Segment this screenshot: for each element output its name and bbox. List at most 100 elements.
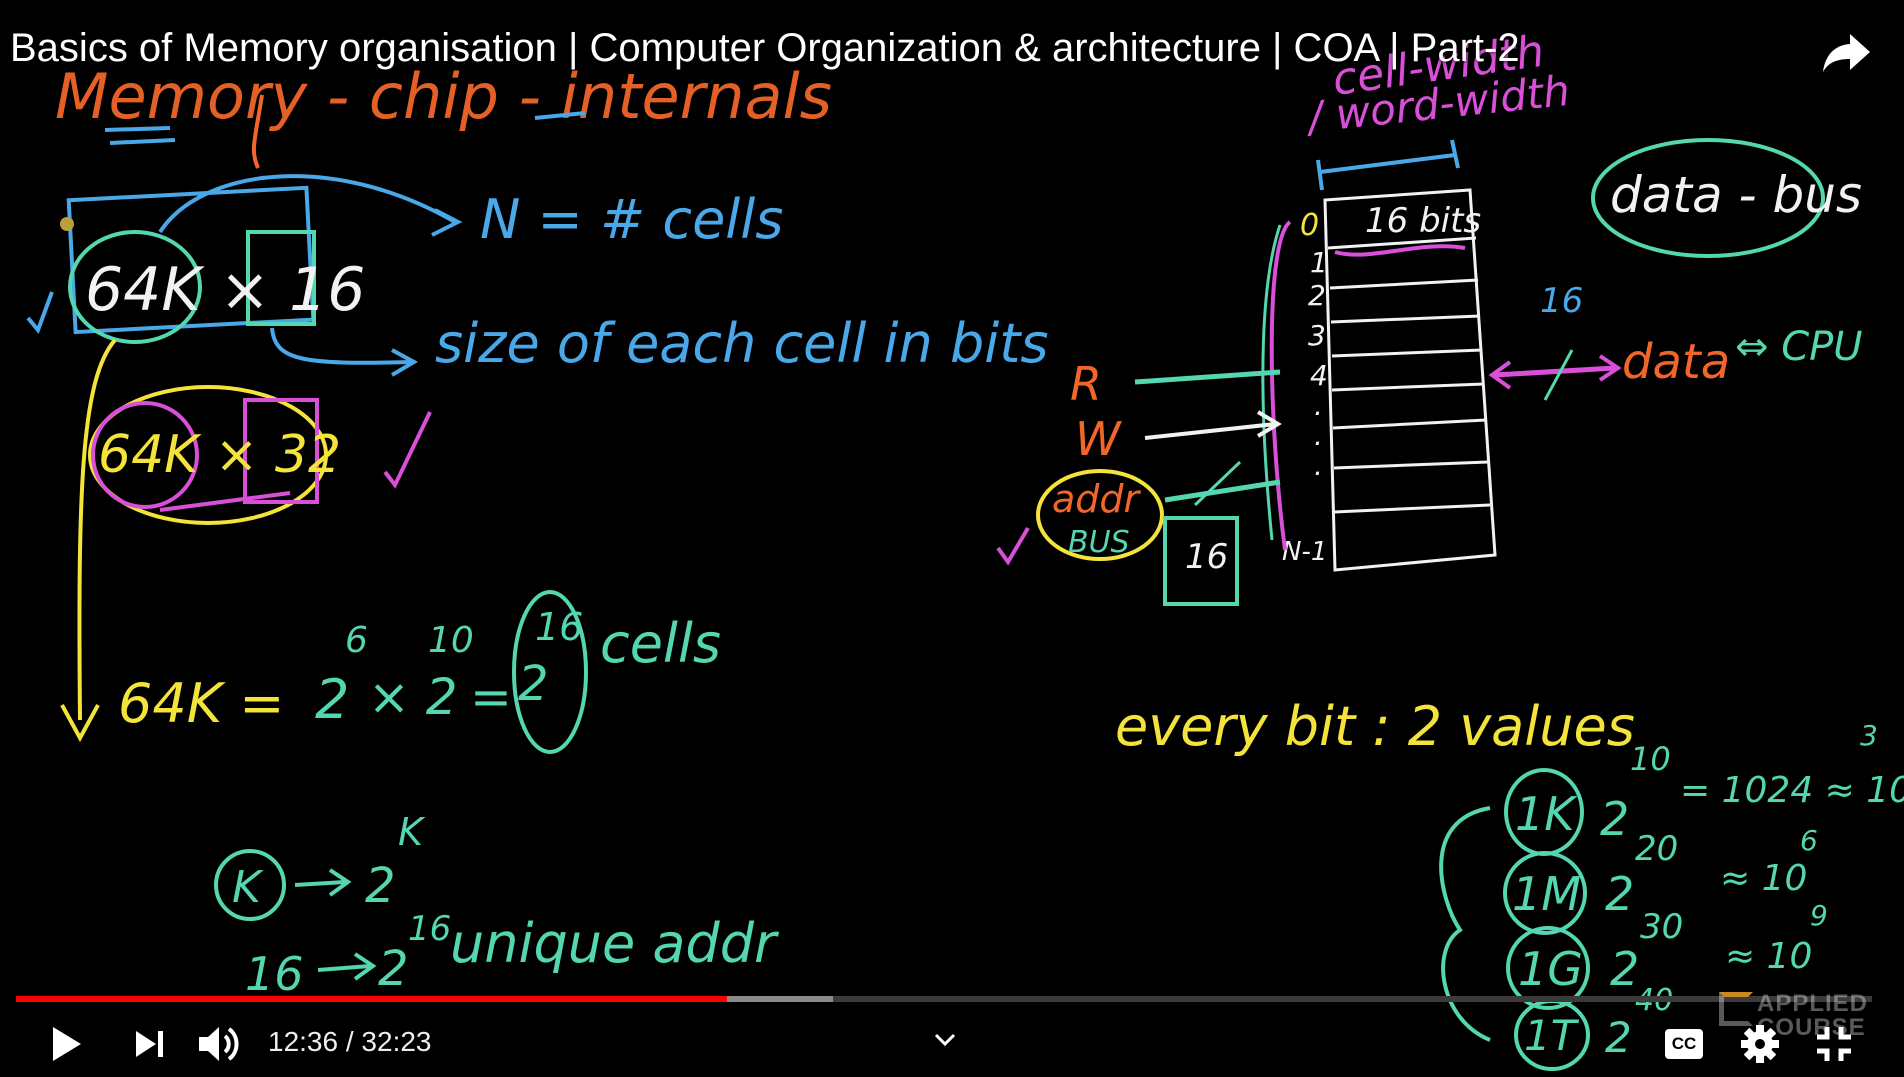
every-bit-label: every bit : 2 values bbox=[1115, 695, 1635, 758]
equation-c: 2 bbox=[518, 656, 549, 712]
equation-b: × 2 bbox=[368, 668, 458, 726]
check-mark bbox=[26, 291, 54, 334]
captions-button[interactable]: CC bbox=[1660, 1024, 1708, 1064]
n-cells-label: N = # cells bbox=[480, 188, 783, 251]
equation-lhs: 64K = bbox=[118, 672, 285, 735]
time-separator: / bbox=[338, 1026, 362, 1057]
svg-text:10: 10 bbox=[1630, 740, 1671, 778]
w-arrow bbox=[1144, 422, 1276, 440]
share-icon bbox=[1823, 34, 1870, 72]
unique-result: 2 bbox=[378, 941, 409, 997]
cpu-label: ⇔ CPU bbox=[1735, 324, 1863, 370]
equation-b-exp: 10 bbox=[428, 620, 474, 661]
svg-text:2: 2 bbox=[1605, 867, 1634, 921]
equation-cells: cells bbox=[600, 612, 721, 675]
whiteboard-canvas: Memory - chip - internals 64K × 16 N = #… bbox=[26, 26, 1904, 1071]
equation-a-exp: 6 bbox=[345, 620, 368, 661]
video-title: Basics of Memory organisation | Computer… bbox=[10, 26, 1520, 70]
svg-text:20: 20 bbox=[1635, 829, 1678, 869]
svg-text:4: 4 bbox=[1310, 359, 1328, 392]
chip-spec: 64K × 16 bbox=[85, 255, 365, 325]
addr-width: 16 bbox=[1185, 537, 1228, 577]
data-bus-label: data - bus bbox=[1610, 166, 1862, 224]
svg-text:0: 0 bbox=[1300, 208, 1319, 243]
svg-text:6: 6 bbox=[1800, 824, 1818, 857]
r-arrow bbox=[1134, 369, 1281, 385]
w-label: W bbox=[1075, 412, 1122, 466]
arrow-to-size bbox=[270, 327, 411, 365]
svg-text:1M: 1M bbox=[1512, 867, 1581, 921]
play-icon bbox=[53, 1027, 81, 1061]
k-label: K bbox=[232, 862, 264, 913]
svg-text:1: 1 bbox=[1310, 246, 1328, 279]
r-label: R bbox=[1070, 357, 1102, 411]
played-bar bbox=[16, 996, 727, 1002]
fullscreen-button[interactable] bbox=[1812, 1022, 1856, 1066]
play-button[interactable] bbox=[44, 1022, 88, 1066]
svg-text:1G: 1G bbox=[1518, 942, 1583, 996]
arrow-stroke bbox=[294, 880, 346, 887]
bus-label: BUS bbox=[1068, 525, 1130, 560]
svg-text:.: . bbox=[1314, 389, 1323, 422]
bus-slash bbox=[1543, 349, 1574, 401]
chapter-chevron[interactable] bbox=[930, 1028, 960, 1052]
units-brace bbox=[1439, 806, 1491, 1042]
share-button[interactable] bbox=[1820, 28, 1874, 76]
next-button[interactable] bbox=[130, 1024, 170, 1064]
svg-text:N-1: N-1 bbox=[1282, 537, 1327, 567]
check-mark bbox=[383, 411, 432, 489]
svg-text:2: 2 bbox=[1308, 279, 1326, 312]
svg-text:30: 30 bbox=[1640, 907, 1683, 947]
row-labels: 0 1 2 3 4 . . . N-1 bbox=[1282, 208, 1328, 567]
progress-bar[interactable] bbox=[16, 996, 1872, 1002]
memory-rows bbox=[1327, 236, 1491, 514]
addr-label: addr bbox=[1052, 477, 1142, 521]
svg-text:≈ 10: ≈ 10 bbox=[1720, 858, 1807, 899]
duration: 32:23 bbox=[361, 1026, 432, 1057]
k-exp: K bbox=[398, 810, 426, 854]
svg-text:2: 2 bbox=[1600, 792, 1629, 846]
volume-button[interactable] bbox=[196, 1022, 244, 1066]
svg-text:9: 9 bbox=[1810, 899, 1828, 932]
data-width: 16 bbox=[1540, 281, 1583, 321]
svg-text:.: . bbox=[1314, 419, 1323, 452]
watermark-line1: APPLIED bbox=[1756, 990, 1868, 1017]
cell-size-label: size of each cell in bits bbox=[435, 312, 1049, 375]
k-result: 2 bbox=[365, 858, 396, 914]
current-time: 12:36 bbox=[268, 1026, 339, 1057]
alt-chip-spec: 64K × 32 bbox=[98, 425, 341, 485]
svg-text:≈ 10: ≈ 10 bbox=[1725, 936, 1812, 977]
chevron-down-icon bbox=[934, 1033, 956, 1047]
cc-icon: CC bbox=[1665, 1029, 1703, 1059]
underline bbox=[109, 138, 176, 145]
underline bbox=[104, 126, 171, 132]
exit-fullscreen-icon bbox=[1817, 1027, 1851, 1061]
data-arrow bbox=[1494, 365, 1616, 378]
addr-arrow bbox=[1164, 479, 1281, 503]
settings-button[interactable] bbox=[1738, 1022, 1782, 1066]
bits-label: 16 bits bbox=[1365, 201, 1481, 241]
bus-slash bbox=[1193, 460, 1242, 507]
rows-brace bbox=[1269, 220, 1292, 551]
svg-text:1K: 1K bbox=[1515, 787, 1578, 841]
equation-a: 2 bbox=[315, 668, 349, 731]
gear-icon bbox=[1741, 1025, 1779, 1063]
unique-16: 16 bbox=[245, 947, 304, 1001]
next-icon bbox=[136, 1031, 163, 1057]
width-tick bbox=[1316, 159, 1324, 191]
svg-text:1T: 1T bbox=[1524, 1011, 1580, 1060]
svg-text:3: 3 bbox=[1860, 719, 1878, 752]
equation-eq: = bbox=[470, 668, 512, 726]
svg-text:= 1024 ≈ 10: = 1024 ≈ 10 bbox=[1680, 770, 1904, 811]
svg-text:2: 2 bbox=[1605, 1013, 1632, 1062]
down-arrow bbox=[77, 338, 117, 721]
arrow-stroke bbox=[317, 964, 371, 972]
data-label: data bbox=[1622, 334, 1730, 390]
width-arrow bbox=[1319, 153, 1456, 174]
unique-text: unique addr bbox=[450, 912, 779, 975]
time-display: 12:36 / 32:23 bbox=[268, 1026, 432, 1058]
svg-text:.: . bbox=[1314, 449, 1323, 482]
volume-icon bbox=[199, 1027, 239, 1061]
check-mark bbox=[996, 526, 1030, 566]
unique-exp: 16 bbox=[408, 909, 451, 949]
